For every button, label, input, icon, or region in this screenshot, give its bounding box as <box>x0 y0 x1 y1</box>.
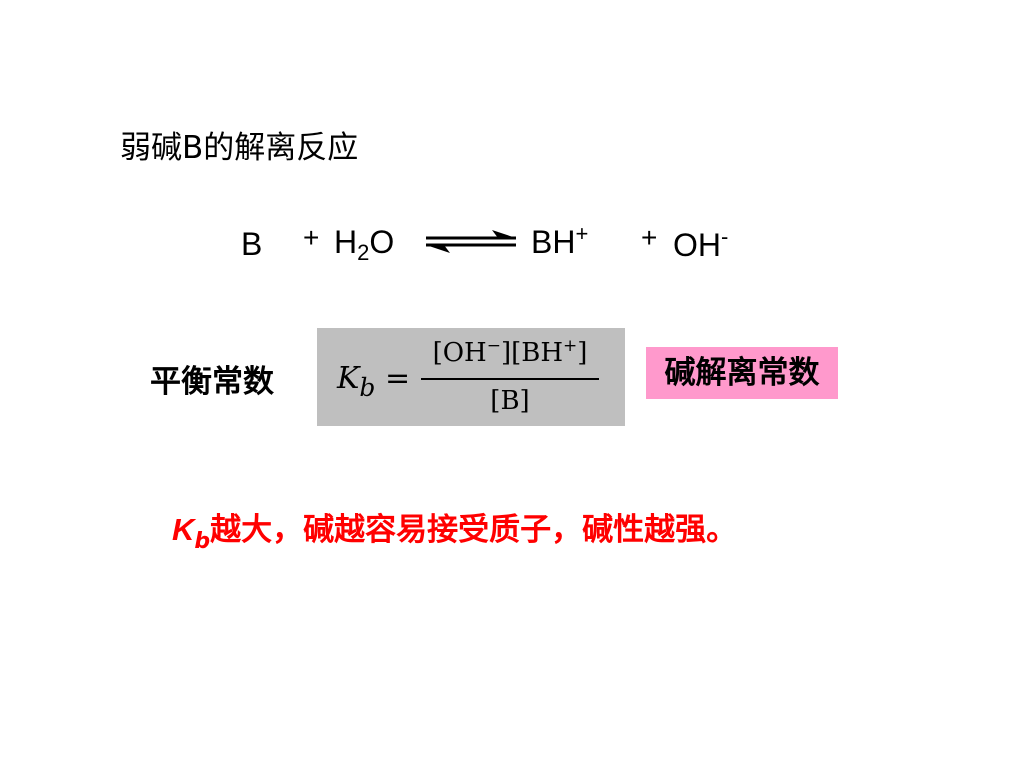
base-dissociation-constant-badge: 碱解离常数 <box>646 347 838 399</box>
plus-sign-1: + <box>303 222 320 253</box>
water-formula: H2O <box>334 224 395 265</box>
fraction-bar <box>421 378 599 380</box>
kb-denominator: [B] <box>490 386 530 416</box>
kb-formula-box: Kb = [OH−][BH+] [B] <box>317 328 625 426</box>
slide-title: 弱碱B的解离反应 <box>120 130 359 166</box>
conclusion-text: Kb越大，碱越容易接受质子，碱性越强。 <box>172 512 738 554</box>
hydroxide-ion: OH- <box>673 224 729 264</box>
reactant-b: B <box>241 226 263 262</box>
conjugate-acid: BH+ <box>531 221 589 261</box>
kb-lhs: Kb = <box>337 361 411 402</box>
kb-numerator: [OH−][BH+] <box>432 336 588 369</box>
equilibrium-constant-label: 平衡常数 <box>150 364 274 400</box>
plus-sign-2: + <box>641 222 658 253</box>
equilibrium-arrow-icon <box>426 230 516 253</box>
